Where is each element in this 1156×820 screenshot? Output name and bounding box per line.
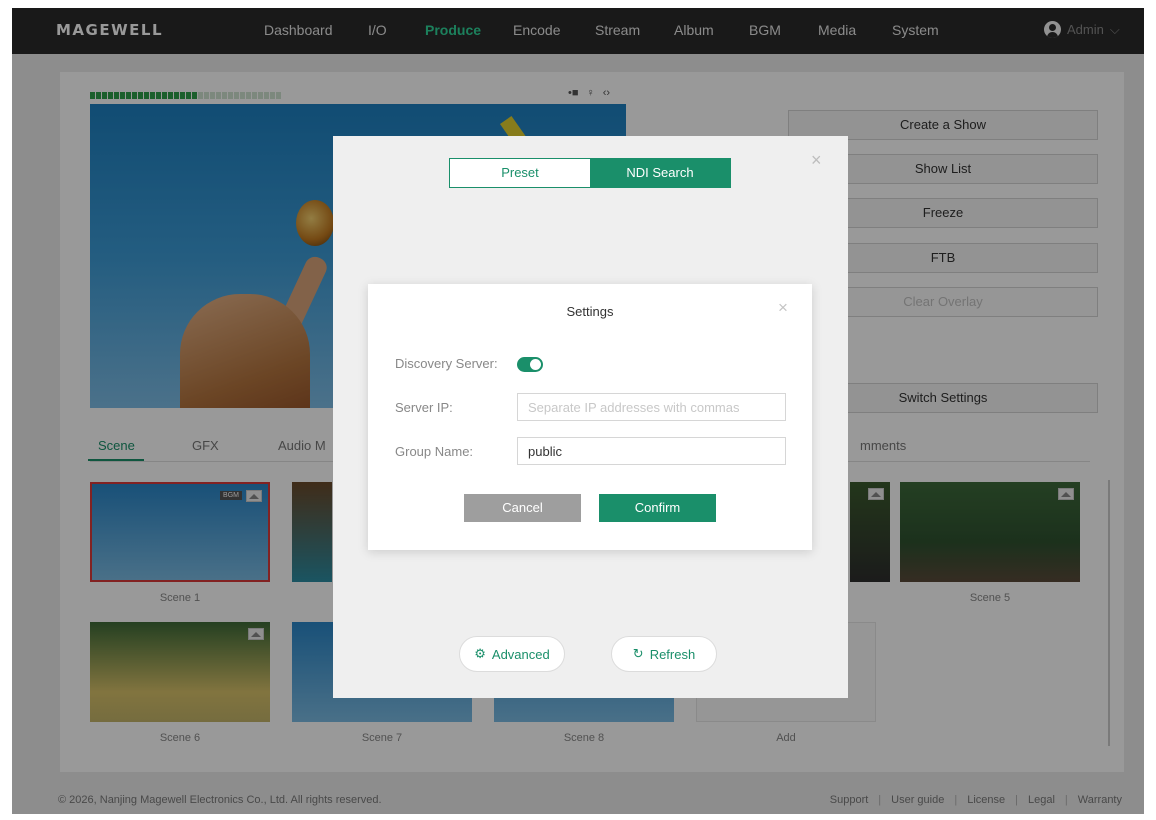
server-ip-input[interactable] [517,393,786,421]
gear-icon: ⚙ [474,646,486,661]
discovery-server-label: Discovery Server: [395,356,498,371]
close-icon[interactable]: × [778,298,788,318]
settings-dialog: Settings × Discovery Server: Server IP: … [368,284,812,550]
ndi-mode-switch: Preset NDI Search [449,158,731,188]
tab-ndi-search[interactable]: NDI Search [590,159,730,187]
group-name-input[interactable] [517,437,786,465]
app-root: MAGEWELL Dashboard I/O Produce Encode St… [0,0,1156,820]
discovery-server-toggle[interactable] [517,357,543,372]
close-icon[interactable]: × [811,150,822,171]
refresh-icon: ↻ [632,646,644,661]
group-name-label: Group Name: [395,444,474,459]
confirm-button[interactable]: Confirm [599,494,716,522]
advanced-label: Advanced [491,646,550,662]
refresh-label: Refresh [649,646,696,662]
server-ip-label: Server IP: [395,400,453,415]
refresh-button[interactable]: ↻ Refresh [611,636,717,672]
tab-preset[interactable]: Preset [450,159,590,187]
settings-title: Settings [566,304,614,319]
advanced-button[interactable]: ⚙ Advanced [459,636,565,672]
cancel-button[interactable]: Cancel [464,494,581,522]
